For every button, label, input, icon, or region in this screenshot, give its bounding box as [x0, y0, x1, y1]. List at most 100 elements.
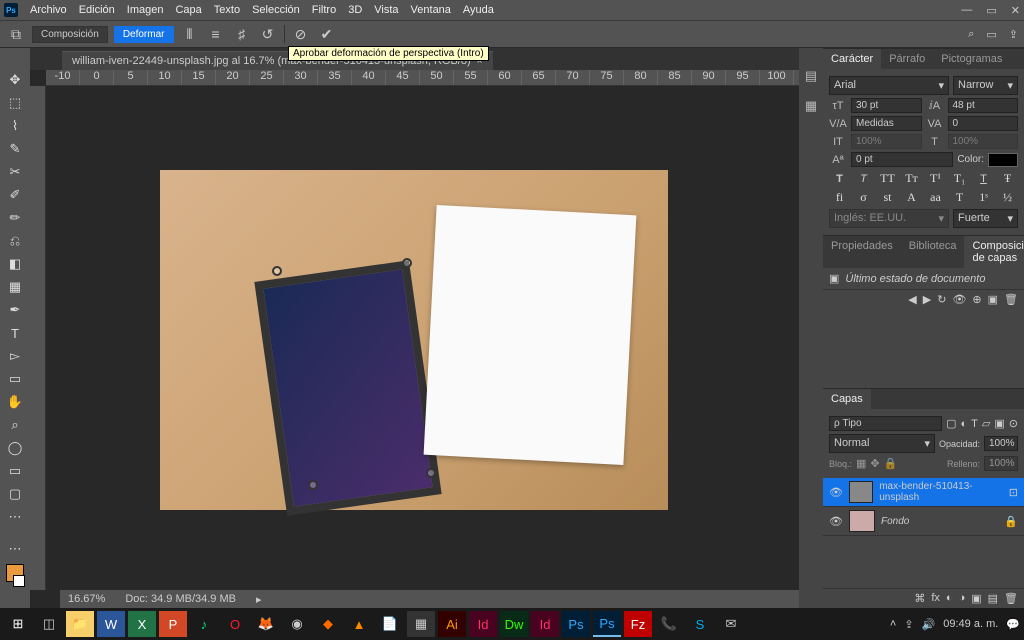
layer-name[interactable]: max-bender-510413-unsplash: [879, 481, 1003, 503]
skype-icon[interactable]: S: [686, 611, 714, 637]
visibility-toggle[interactable]: 👁: [829, 486, 843, 499]
chrome-icon[interactable]: ◉: [283, 611, 311, 637]
menu-seleccion[interactable]: Selección: [252, 4, 300, 16]
menu-vista[interactable]: Vista: [374, 4, 398, 16]
eyedropper-tool[interactable]: ✐: [4, 185, 26, 205]
app3-icon[interactable]: ▦: [407, 611, 435, 637]
baseline-input[interactable]: 0 pt: [851, 152, 953, 167]
1st-button[interactable]: 1ˢ: [976, 190, 992, 205]
notifications-icon[interactable]: 💬: [1006, 618, 1020, 631]
filter-type-icon[interactable]: T: [971, 418, 978, 430]
new-layer-icon[interactable]: ▤: [988, 592, 998, 605]
workspace-icon[interactable]: ▭: [986, 28, 996, 41]
fx-icon[interactable]: fx: [931, 592, 940, 605]
comp-position-icon[interactable]: ⊕: [972, 293, 981, 306]
zoom-level[interactable]: 16.67%: [68, 593, 105, 605]
comp-delete-icon[interactable]: 🗑: [1004, 293, 1018, 306]
eraser-tool[interactable]: ◧: [4, 254, 26, 274]
tab-capas[interactable]: Capas: [823, 389, 871, 409]
status-expand-icon[interactable]: ▸: [256, 593, 262, 606]
canvas-image[interactable]: [160, 170, 668, 510]
clock[interactable]: 09:49 a. m.: [943, 618, 998, 630]
indesign2-icon[interactable]: Id: [531, 611, 559, 637]
superscript-button[interactable]: T¹: [928, 171, 944, 186]
vlc-icon[interactable]: ▲: [345, 611, 373, 637]
menu-texto[interactable]: Texto: [214, 4, 240, 16]
volume-icon[interactable]: 🔊: [922, 618, 936, 631]
font-style-select[interactable]: Narrow▾: [953, 76, 1018, 95]
notes-icon[interactable]: 📄: [376, 611, 404, 637]
background-swatch[interactable]: [13, 575, 25, 587]
visibility-toggle[interactable]: 👁: [829, 515, 843, 528]
comp-new-icon[interactable]: ▣: [988, 293, 998, 306]
zoom-tool[interactable]: ⌕: [4, 415, 26, 435]
photoshop-icon[interactable]: Ps: [562, 611, 590, 637]
menu-archivo[interactable]: Archivo: [30, 4, 67, 16]
app2-icon[interactable]: ◆: [314, 611, 342, 637]
align-horiz-icon[interactable]: ≡: [206, 24, 226, 44]
lock-position-icon[interactable]: ✥: [870, 457, 879, 470]
history-panel-icon[interactable]: ▤: [805, 68, 817, 84]
minimize-icon[interactable]: —: [961, 4, 972, 17]
menu-imagen[interactable]: Imagen: [127, 4, 164, 16]
tab-parrafo[interactable]: Párrafo: [881, 49, 933, 69]
dreamweaver-icon[interactable]: Dw: [500, 611, 528, 637]
opera-icon[interactable]: O: [221, 611, 249, 637]
mask-icon[interactable]: ◐: [946, 592, 953, 605]
move-tool[interactable]: ✥: [4, 70, 26, 90]
quick-select-tool[interactable]: ✎: [4, 139, 26, 159]
language-select[interactable]: Inglés: EE.UU.▾: [829, 209, 949, 228]
layer-name[interactable]: Fondo: [881, 516, 909, 527]
layer-row[interactable]: 👁 max-bender-510413-unsplash ⊡: [823, 478, 1024, 507]
tab-caracter[interactable]: Carácter: [823, 49, 881, 69]
filter-shape-icon[interactable]: ▱: [982, 417, 990, 430]
layer-thumb[interactable]: [849, 510, 875, 532]
taskview-button[interactable]: ◫: [35, 611, 63, 637]
hscale-input[interactable]: 100%: [948, 134, 1019, 149]
gradient-tool[interactable]: ▦: [4, 277, 26, 297]
layer-row[interactable]: 👁 Fondo 🔒: [823, 507, 1024, 536]
tracking-input[interactable]: 0: [948, 116, 1019, 131]
powerpoint-icon[interactable]: P: [159, 611, 187, 637]
italic-button[interactable]: T: [856, 171, 872, 186]
cancel-warp-icon[interactable]: ⊘: [291, 24, 311, 44]
layer-filter-input[interactable]: ρ Tipo: [829, 416, 942, 431]
fill-input[interactable]: 100%: [984, 456, 1018, 471]
warp-handle-tr[interactable]: [402, 258, 412, 268]
vscale-input[interactable]: 100%: [851, 134, 922, 149]
close-icon[interactable]: ✕: [1011, 4, 1020, 17]
restore-icon[interactable]: ▭: [986, 4, 996, 17]
start-button[interactable]: ⊞: [4, 611, 32, 637]
opacity-input[interactable]: 100%: [984, 436, 1018, 451]
hand-tool[interactable]: ✋: [4, 392, 26, 412]
edit-toolbar[interactable]: ⋯: [4, 539, 26, 559]
menu-ventana[interactable]: Ventana: [411, 4, 451, 16]
photoshop2-icon[interactable]: Ps: [593, 611, 621, 637]
path-select-tool[interactable]: ▻: [4, 346, 26, 366]
filter-smart-icon[interactable]: ▣: [994, 417, 1004, 430]
search-icon[interactable]: ⌕: [968, 28, 974, 41]
fi-lig-button[interactable]: fi: [832, 190, 848, 205]
menu-capa[interactable]: Capa: [175, 4, 201, 16]
explorer-icon[interactable]: 📁: [66, 611, 94, 637]
text-color-swatch[interactable]: [988, 153, 1018, 167]
antialias-select[interactable]: Fuerte▾: [953, 209, 1018, 228]
subscript-button[interactable]: T₁: [952, 171, 968, 186]
delete-layer-icon[interactable]: 🗑: [1004, 592, 1018, 605]
allcaps-button[interactable]: TT: [880, 171, 896, 186]
straighten-icon[interactable]: ♯: [232, 24, 252, 44]
filter-adj-icon[interactable]: ◐: [961, 418, 968, 430]
mode-deformar[interactable]: Deformar: [114, 26, 174, 43]
menu-3d[interactable]: 3D: [348, 4, 362, 16]
indesign-icon[interactable]: Id: [469, 611, 497, 637]
crop-tool[interactable]: ✂: [4, 162, 26, 182]
word-icon[interactable]: W: [97, 611, 125, 637]
mode-composicion[interactable]: Composición: [32, 26, 108, 43]
clone-tool[interactable]: ⎌: [4, 231, 26, 251]
swatches-panel-icon[interactable]: ▦: [805, 98, 817, 114]
comp-prev-icon[interactable]: ◀: [908, 293, 916, 306]
st-button[interactable]: st: [880, 190, 896, 205]
lock-pixels-icon[interactable]: ▦: [856, 457, 866, 470]
tab-bibliotecas[interactable]: Biblioteca: [901, 236, 965, 268]
mail-icon[interactable]: ✉: [717, 611, 745, 637]
